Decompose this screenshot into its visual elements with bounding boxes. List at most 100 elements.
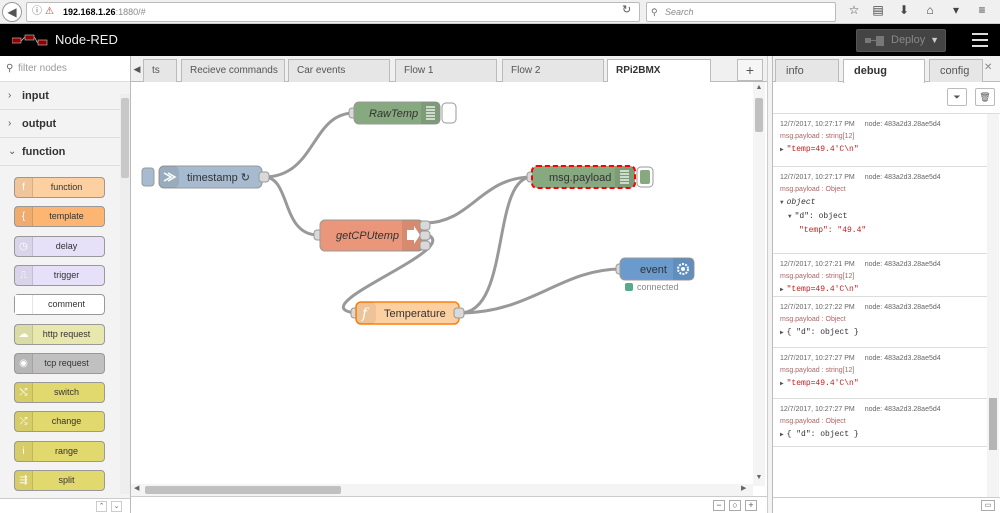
collapsed-triangle-icon[interactable]: ▶: [780, 431, 784, 438]
palette-scrollbar[interactable]: [120, 94, 130, 494]
debug-toggle-button[interactable]: [441, 102, 457, 124]
flow-canvas[interactable]: timestamp ↻ RawTemp getCPUtemp msg.paylo…: [131, 82, 753, 484]
palette-category-input[interactable]: › input: [0, 82, 120, 110]
scroll-thumb[interactable]: [989, 398, 997, 450]
output-port[interactable]: [453, 307, 465, 319]
palette-node-template[interactable]: {template: [14, 206, 105, 227]
node-rawtemp[interactable]: RawTemp: [348, 101, 457, 125]
debug-message[interactable]: 12/7/2017, 10:27:27 PM node: 483a2d3.28ae…: [773, 348, 987, 399]
library-icon[interactable]: ▤: [870, 3, 886, 21]
tab-recieve-commands[interactable]: Recieve commands: [181, 59, 285, 82]
reload-icon[interactable]: ↻: [622, 3, 631, 16]
debug-value[interactable]: ▶{ "d": object }: [780, 326, 987, 340]
zoom-reset-icon[interactable]: ○: [729, 500, 741, 511]
output-port-3[interactable]: [419, 240, 431, 251]
wire-timestamp-rawtemp[interactable]: [263, 111, 355, 179]
scroll-up-icon[interactable]: ▲: [753, 84, 765, 91]
sidebar-tab-config[interactable]: config: [929, 59, 983, 82]
debug-message[interactable]: 12/7/2017, 10:27:17 PM node: 483a2d3.28ae…: [773, 114, 987, 167]
debug-node-id[interactable]: node: 483a2d3.28ae5d4: [865, 406, 941, 413]
debug-value[interactable]: ▼ object: [780, 196, 987, 210]
debug-message[interactable]: 12/7/2017, 10:27:17 PM node: 483a2d3.28ae…: [773, 167, 987, 254]
sidebar-tab-debug[interactable]: debug: [843, 59, 925, 83]
node-getcputemp[interactable]: getCPUtemp: [313, 219, 431, 252]
scroll-thumb[interactable]: [121, 98, 129, 178]
debug-node-id[interactable]: node: 483a2d3.28ae5d4: [865, 304, 941, 311]
debug-message[interactable]: 12/7/2017, 10:27:22 PM node: 483a2d3.28ae…: [773, 297, 987, 348]
node-timestamp[interactable]: timestamp ↻: [141, 165, 270, 189]
debug-value[interactable]: ▶{ "d": object }: [780, 428, 987, 442]
scroll-thumb[interactable]: [145, 486, 341, 494]
scroll-right-icon[interactable]: ▶: [741, 484, 746, 492]
palette-node-function[interactable]: f function: [14, 177, 105, 198]
wire-getcpu-msgpayload[interactable]: [424, 175, 533, 225]
zoom-in-icon[interactable]: +: [745, 500, 757, 511]
tab-car-events[interactable]: Car events: [288, 59, 390, 82]
hamburger-menu-icon[interactable]: [972, 33, 988, 47]
inject-button[interactable]: [141, 167, 155, 187]
trash-icon[interactable]: 🗑: [975, 88, 995, 106]
workspace-vertical-scrollbar[interactable]: ▲ ▼: [753, 82, 765, 486]
tab-scroll-left-icon[interactable]: ◀: [131, 56, 143, 82]
tab-flow-2[interactable]: Flow 2: [502, 59, 604, 82]
flow-workspace[interactable]: timestamp ↻ RawTemp getCPUtemp msg.paylo…: [131, 82, 767, 496]
scroll-thumb[interactable]: [755, 98, 763, 132]
palette-node-delay[interactable]: ◷ delay: [14, 236, 105, 257]
collapsed-triangle-icon[interactable]: ▼: [788, 213, 792, 220]
palette-node-switch[interactable]: ⤭ switch: [14, 382, 105, 403]
debug-node-id[interactable]: node: 483a2d3.28ae5d4: [865, 174, 941, 181]
output-port-1[interactable]: [419, 220, 431, 231]
tab-rpi2bmx[interactable]: RPi2BMX: [607, 59, 711, 83]
back-arrow-icon[interactable]: ◀: [2, 2, 22, 22]
debug-message[interactable]: 12/7/2017, 10:27:27 PM node: 483a2d3.28ae…: [773, 399, 987, 447]
debug-value[interactable]: ▼ "d": object: [780, 210, 987, 224]
output-port-2[interactable]: [419, 230, 431, 241]
wire-temperature-event[interactable]: [459, 267, 622, 315]
search-bar[interactable]: ⚲ Search: [646, 2, 836, 22]
palette-filter-input[interactable]: ⚲ filter nodes: [0, 56, 130, 82]
debug-value[interactable]: ▶ "temp=49.4'C\n": [780, 377, 987, 391]
zoom-out-icon[interactable]: −: [713, 500, 725, 511]
pocket-icon[interactable]: ▾: [948, 3, 964, 21]
node-temperature[interactable]: f Temperature: [350, 301, 465, 325]
debug-node-id[interactable]: node: 483a2d3.28ae5d4: [865, 121, 941, 128]
scroll-down-icon[interactable]: ▼: [753, 474, 765, 481]
palette-category-output[interactable]: › output: [0, 110, 120, 138]
output-port[interactable]: [258, 171, 270, 183]
expanded-triangle-icon[interactable]: ▼: [780, 199, 784, 206]
palette-category-function[interactable]: ⌄ function: [0, 138, 120, 166]
collapsed-triangle-icon[interactable]: ▶: [780, 146, 784, 153]
debug-value[interactable]: ▶ "temp=49.4'C\n": [780, 143, 987, 157]
palette-node-comment[interactable]: comment: [14, 294, 105, 315]
debug-node-id[interactable]: node: 483a2d3.28ae5d4: [865, 355, 941, 362]
sidebar-tab-info[interactable]: info: [775, 59, 839, 82]
wire-temperature-msgpayload[interactable]: [459, 175, 533, 315]
collapsed-triangle-icon[interactable]: ▶: [780, 329, 784, 336]
add-tab-button[interactable]: +: [737, 59, 763, 81]
palette-node-http-request[interactable]: ☁ http request: [14, 324, 105, 345]
browser-menu-icon[interactable]: ≡: [974, 3, 990, 21]
palette-node-tcp-request[interactable]: ◉ tcp request: [14, 353, 105, 374]
deploy-button[interactable]: Deploy ▼: [856, 29, 946, 52]
palette-node-change[interactable]: ⤮ change: [14, 411, 105, 432]
download-icon[interactable]: ⬇: [896, 3, 912, 21]
palette-node-split[interactable]: ⇶ split: [14, 470, 105, 491]
debug-value[interactable]: ▶ "temp=49.4'C\n": [780, 283, 987, 297]
url-bar[interactable]: ⓘ ⚠ 192.168.1.26:1880/#: [26, 2, 640, 22]
collapse-all-icon[interactable]: ⌃: [96, 501, 107, 512]
node-event[interactable]: event connected: [615, 257, 695, 292]
collapsed-triangle-icon[interactable]: ▶: [780, 286, 784, 293]
debug-node-id[interactable]: node: 483a2d3.28ae5d4: [865, 261, 941, 268]
filter-icon[interactable]: ⏷: [947, 88, 967, 106]
palette-node-range[interactable]: i range: [14, 441, 105, 462]
bookmark-star-icon[interactable]: ☆: [846, 3, 862, 21]
scroll-left-icon[interactable]: ◀: [134, 484, 139, 492]
caret-down-icon[interactable]: ▼: [930, 30, 939, 51]
debug-scrollbar[interactable]: [987, 114, 999, 499]
workspace-horizontal-scrollbar[interactable]: ◀ ▶: [131, 484, 753, 496]
close-icon[interactable]: ✕: [984, 62, 992, 73]
tab-ts[interactable]: ts: [143, 59, 177, 82]
debug-message[interactable]: 12/7/2017, 10:27:21 PM node: 483a2d3.28ae…: [773, 254, 987, 297]
expand-all-icon[interactable]: ⌄: [111, 501, 122, 512]
collapsed-triangle-icon[interactable]: ▶: [780, 380, 784, 387]
